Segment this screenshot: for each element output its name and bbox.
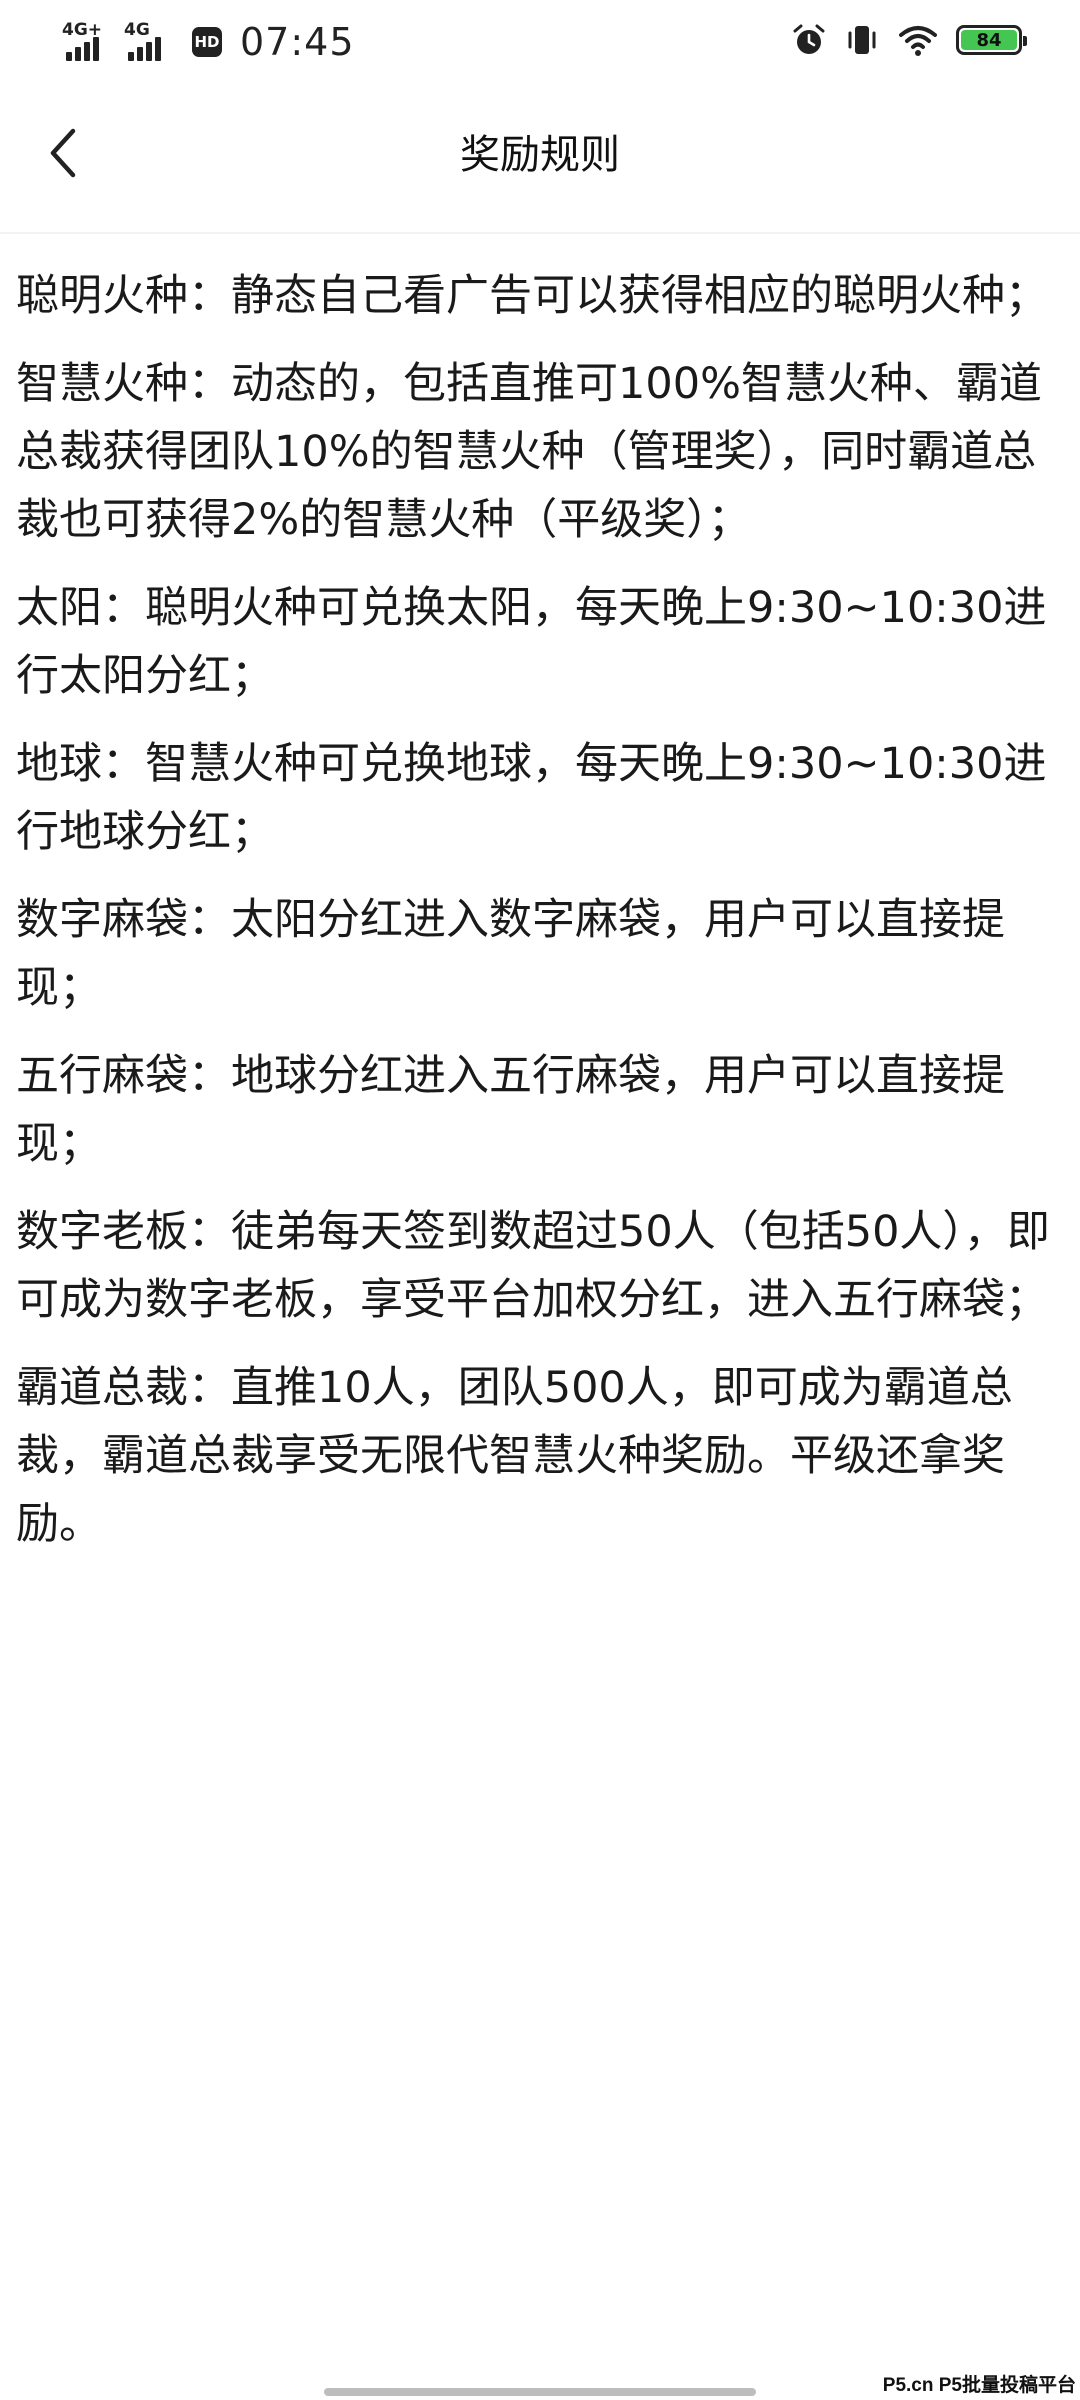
home-indicator[interactable] xyxy=(324,2388,756,2396)
nav-header: 奖励规则 xyxy=(0,96,1080,206)
status-time: 07:45 xyxy=(240,20,355,64)
battery-icon: 84 xyxy=(956,25,1027,55)
wifi-icon xyxy=(899,26,937,56)
rule-item: 智慧火种：动态的，包括直推可100%智慧火种、霸道总裁获得团队10%的智慧火种（… xyxy=(16,359,1042,545)
rule-item: 太阳：聪明火种可兑换太阳，每天晚上9:30~10:30进行太阳分红； xyxy=(16,583,1047,701)
status-right: 84 xyxy=(792,22,1027,58)
page-title: 奖励规则 xyxy=(460,132,620,178)
battery-level: 84 xyxy=(961,30,1017,51)
screen: 4G+ 4G HD 07:45 84 奖励规则 聪明火种：静态自己看广告可以获得… xyxy=(0,0,1080,2400)
rule-item: 地球：智慧火种可兑换地球，每天晚上9:30~10:30进行地球分红； xyxy=(16,739,1047,857)
signal-icon: 4G xyxy=(124,21,174,63)
rule-item: 五行麻袋：地球分红进入五行麻袋，用户可以直接提现； xyxy=(16,1051,1005,1169)
signal-icon: 4G+ xyxy=(62,21,112,63)
watermark-label: P5.cn P5批量投稿平台 xyxy=(882,2375,1076,2396)
hd-icon: HD xyxy=(192,27,222,57)
header-divider xyxy=(0,232,1080,234)
rules-content: 聪明火种：静态自己看广告可以获得相应的聪明火种； 智慧火种：动态的，包括直推可1… xyxy=(16,262,1061,1578)
status-left: 4G+ 4G HD 07:45 xyxy=(62,20,355,64)
status-bar: 4G+ 4G HD 07:45 84 xyxy=(0,0,1080,84)
vibrate-icon xyxy=(848,26,876,54)
alarm-icon xyxy=(793,24,825,54)
rule-item: 霸道总裁：直推10人，团队500人，即可成为霸道总裁，霸道总裁享受无限代智慧火种… xyxy=(16,1363,1013,1549)
rule-item: 数字麻袋：太阳分红进入数字麻袋，用户可以直接提现； xyxy=(16,895,1005,1013)
rule-item: 聪明火种：静态自己看广告可以获得相应的聪明火种； xyxy=(16,271,1048,321)
rule-item: 数字老板：徒弟每天签到数超过50人（包括50人），即可成为数字老板，享受平台加权… xyxy=(16,1207,1050,1325)
